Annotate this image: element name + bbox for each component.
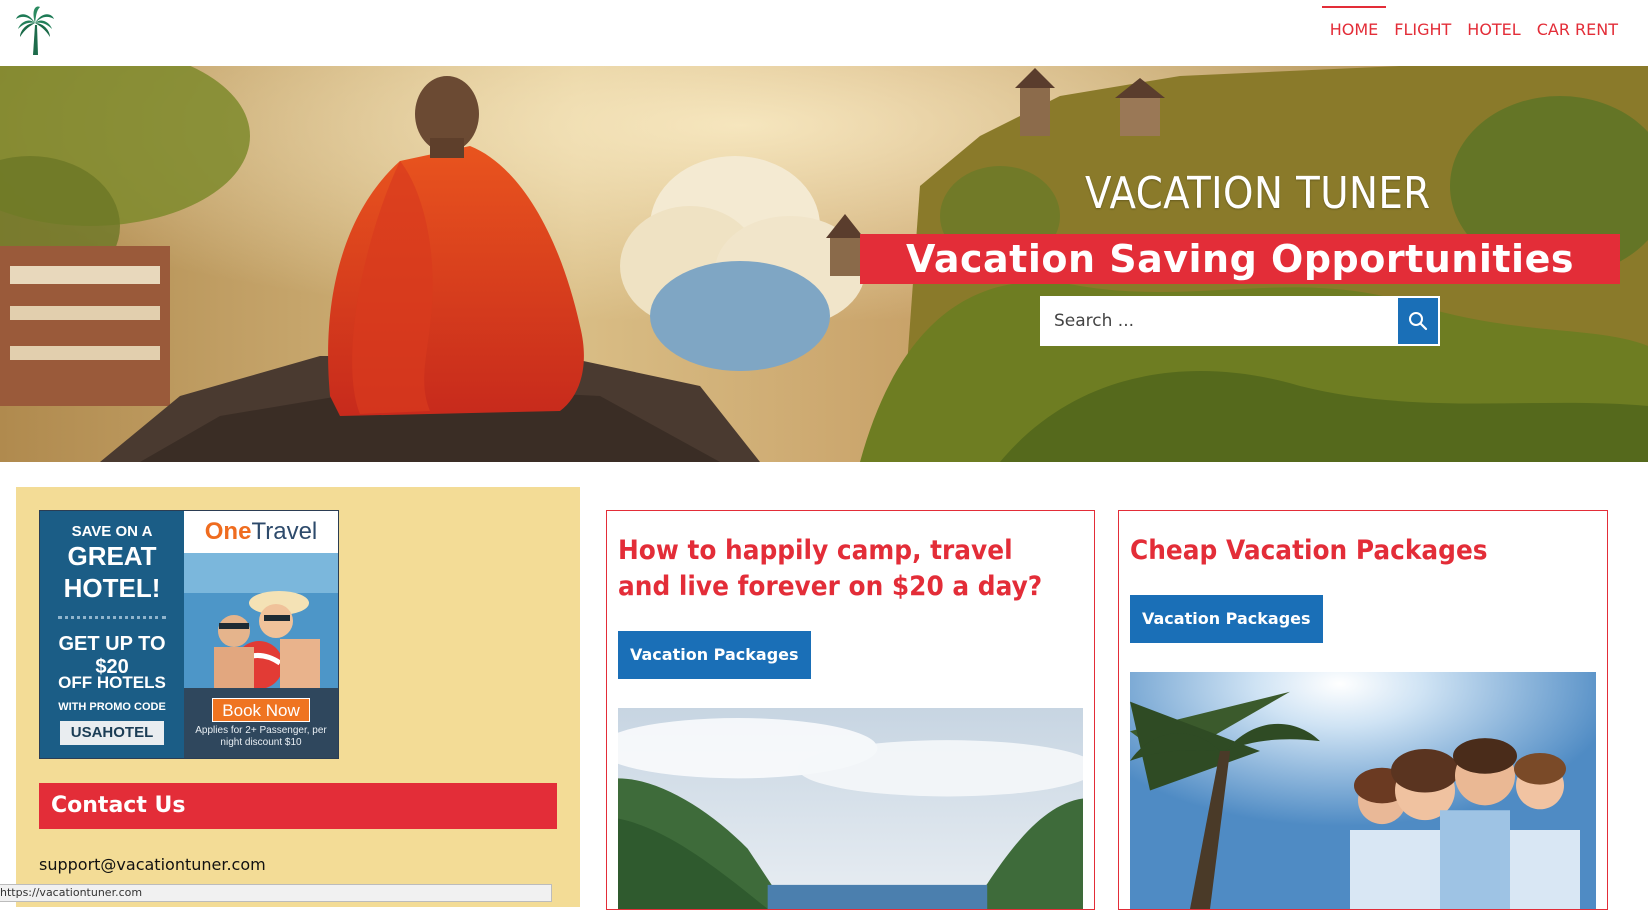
site-header: HOME FLIGHT HOTEL CAR RENT [0,0,1648,66]
brand-travel: Travel [251,518,318,545]
ad-photo-panel: OneTravel Book Now Applies for 2+ Passen… [184,511,338,758]
contact-us-heading: Contact Us [39,783,557,829]
search-button[interactable] [1398,298,1438,344]
browser-status-bar: https://vacationtuner.com [0,884,552,902]
nav-flight[interactable]: FLIGHT [1386,6,1459,58]
onetravel-ad-banner[interactable]: SAVE ON A GREAT HOTEL! GET UP TO $20 OFF… [39,510,339,759]
site-title[interactable]: VACATION TUNER [1085,168,1431,219]
post-thumbnail[interactable] [1130,672,1596,909]
search-icon [1409,312,1428,331]
ad-couple-pool-photo [184,553,338,688]
ad-line-save: SAVE ON A [71,523,153,540]
search-form [1040,296,1440,346]
post-card: How to happily camp, travel and live for… [606,510,1095,910]
search-input[interactable] [1042,298,1398,344]
post-title[interactable]: How to happily camp, travel and live for… [618,533,1060,605]
ad-disclaimer: Applies for 2+ Passenger, per night disc… [195,725,327,748]
post-title[interactable]: Cheap Vacation Packages [1130,533,1590,569]
sidebar: SAVE ON A GREAT HOTEL! GET UP TO $20 OFF… [16,487,580,907]
ad-offer-suffix: OFF HOTELS [58,673,166,692]
nav-car-rent[interactable]: CAR RENT [1529,6,1626,58]
tropical-bay-image [618,708,1083,909]
onetravel-logo: OneTravel [184,511,338,553]
contact-email-link[interactable]: support@vacationtuner.com [39,855,266,874]
hero-banner: VACATION TUNER Vacation Saving Opportuni… [0,66,1648,462]
ad-line-great: GREAT [67,541,157,571]
brand-one: One [204,518,252,545]
ad-divider [58,616,167,619]
nav-hotel[interactable]: HOTEL [1459,6,1528,58]
post-category-button[interactable]: Vacation Packages [1130,595,1323,643]
post-category-button[interactable]: Vacation Packages [618,631,811,679]
palm-tree-logo-icon[interactable] [14,5,56,57]
book-now-button[interactable]: Book Now [212,698,311,722]
site-tagline: Vacation Saving Opportunities [860,234,1620,284]
ad-promo-label: WITH PROMO CODE [58,701,166,713]
family-beach-image [1130,672,1596,909]
post-card: Cheap Vacation Packages Vacation Package… [1118,510,1608,910]
nav-home[interactable]: HOME [1321,6,1387,58]
ad-line-hotel: HOTEL! [63,573,161,603]
ad-offer-panel: SAVE ON A GREAT HOTEL! GET UP TO $20 OFF… [40,511,185,758]
ad-promo-code: USAHOTEL [60,721,165,745]
main-nav: HOME FLIGHT HOTEL CAR RENT [1321,6,1626,58]
post-thumbnail[interactable] [618,708,1083,909]
